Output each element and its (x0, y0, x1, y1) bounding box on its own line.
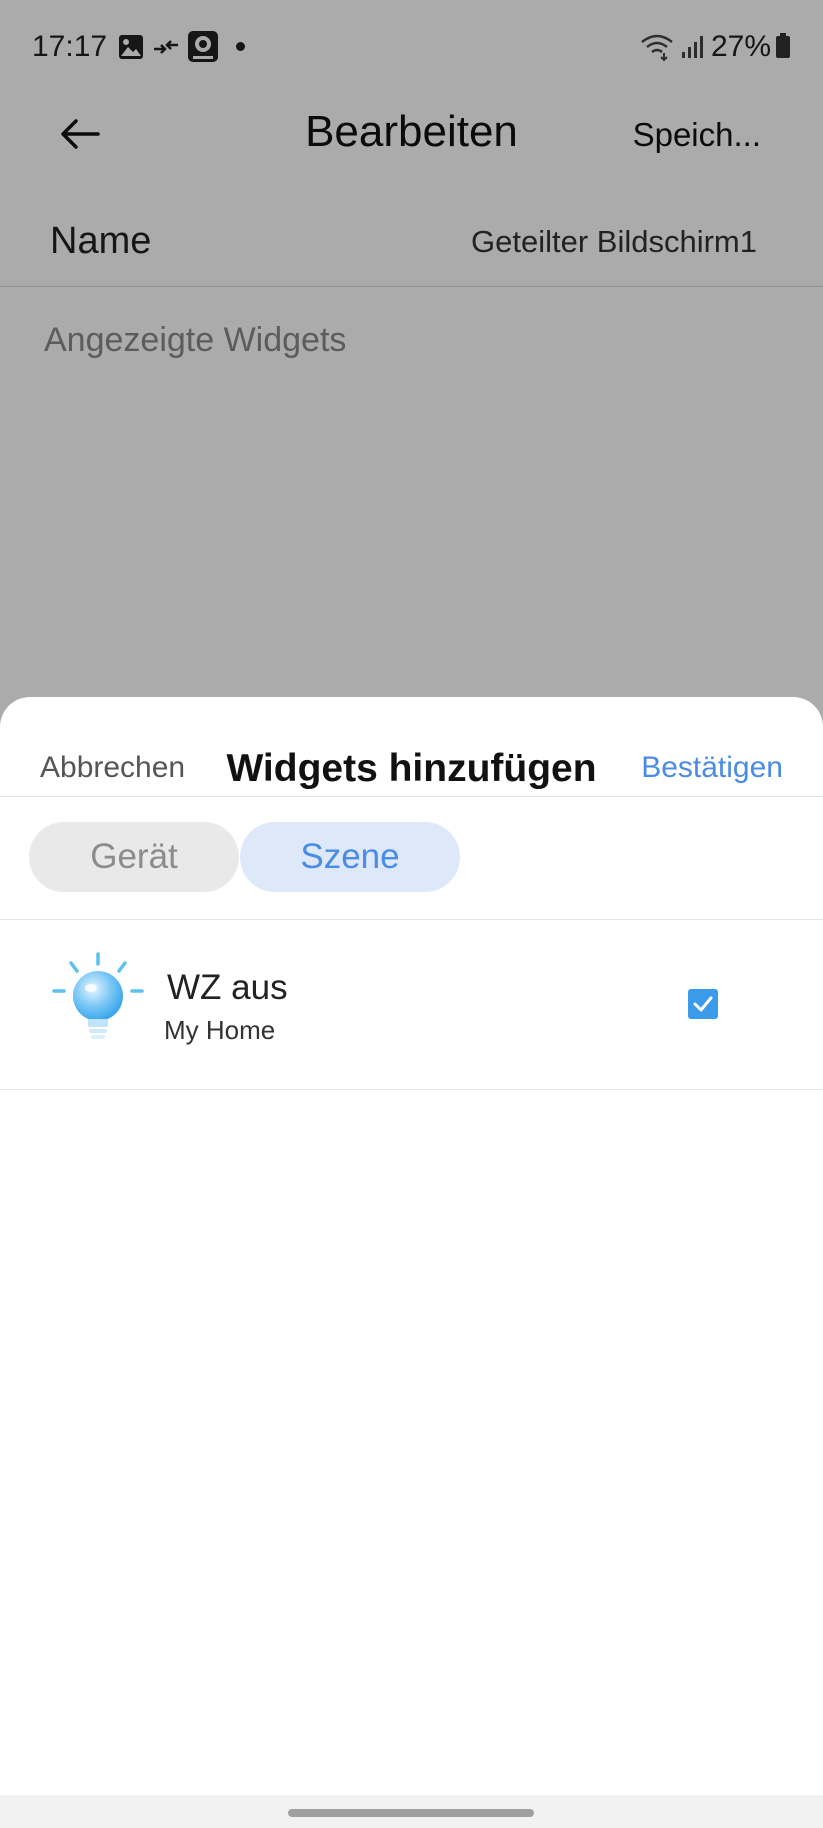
tab-szene[interactable]: Szene (240, 822, 460, 892)
tab-geraet[interactable]: Gerät (29, 822, 239, 892)
item-checkbox[interactable] (688, 989, 718, 1019)
divider (0, 919, 823, 920)
add-widgets-sheet: Widgets hinzufügen Abbrechen Bestätigen … (0, 697, 823, 1828)
navigation-bar (0, 1795, 823, 1828)
divider (0, 1089, 823, 1090)
divider (0, 796, 823, 797)
item-subtitle: My Home (164, 1015, 276, 1045)
lightbulb-icon (52, 951, 144, 1051)
item-title: WZ aus (167, 968, 288, 1007)
checkmark-icon (688, 996, 718, 1023)
cancel-button[interactable]: Abbrechen (40, 751, 185, 785)
confirm-button[interactable]: Bestätigen (641, 751, 783, 785)
list-item[interactable]: WZ aus My Home (0, 921, 823, 1089)
home-indicator[interactable] (288, 1809, 534, 1817)
